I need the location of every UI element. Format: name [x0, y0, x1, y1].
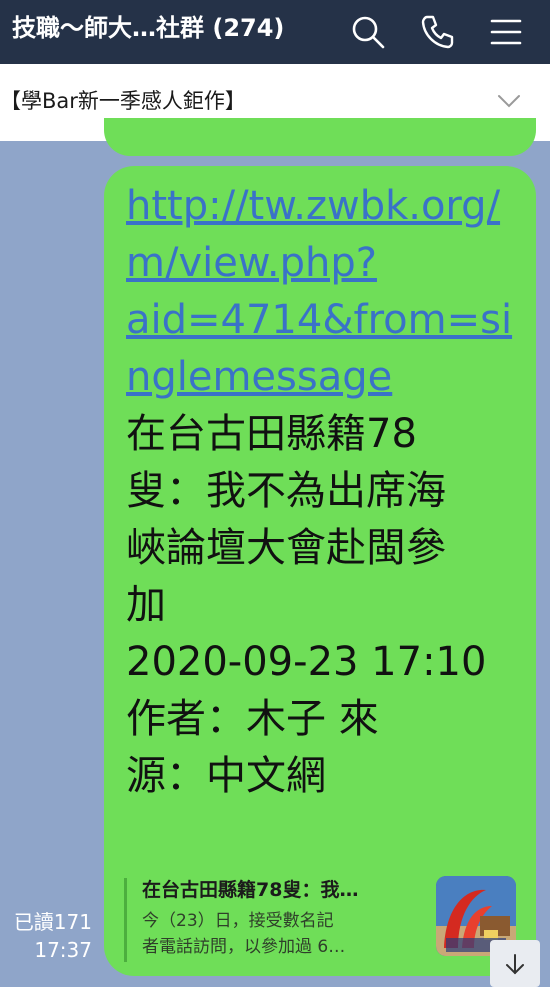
link-line: aid=4714&from=si	[126, 297, 513, 343]
message-body-line: 在台古田縣籍78	[126, 411, 417, 457]
message-link[interactable]: http://tw.zwbk.org/ m/view.php? aid=4714…	[126, 178, 522, 406]
preview-description: 今（23）日，接受數名記 者電話訪問，以參加過 6…	[142, 908, 410, 960]
message-body-line: 加	[126, 582, 166, 628]
read-status: 已讀171 17:37	[14, 908, 92, 964]
chevron-down-icon[interactable]	[496, 88, 522, 114]
link-preview-card[interactable]: 在台古田縣籍78叟：我… 今（23）日，接受數名記 者電話訪問，以參加過 6…	[124, 872, 520, 968]
message-body-line: 2020-09-23 17:10	[126, 639, 487, 685]
message-body-line: 峽論壇大會赴閩參	[126, 525, 446, 571]
chat-header: 技職～師大…社群 (274)	[0, 0, 550, 64]
preview-description-line: 今（23）日，接受數名記	[142, 911, 334, 931]
link-line: nglemessage	[126, 354, 393, 400]
menu-icon[interactable]	[484, 10, 528, 54]
chat-title[interactable]: 技職～師大…社群 (274)	[12, 12, 284, 44]
message-text: http://tw.zwbk.org/ m/view.php? aid=4714…	[126, 178, 522, 805]
arrow-down-icon	[506, 954, 524, 975]
read-count-label: 已讀171	[13, 910, 92, 934]
phone-icon[interactable]	[414, 10, 458, 54]
message-bubble[interactable]: http://tw.zwbk.org/ m/view.php? aid=4714…	[104, 166, 536, 976]
search-icon[interactable]	[346, 10, 390, 54]
preview-accent-bar	[124, 878, 127, 962]
announcement-text: 【學Bar新一季感人鉅作】	[0, 89, 246, 113]
message-body-line: 源：中文網	[126, 753, 326, 799]
preview-title: 在台古田縣籍78叟：我…	[142, 879, 359, 901]
previous-message-bubble	[104, 118, 536, 156]
message-body-line: 作者：木子 來	[126, 696, 379, 742]
link-line: m/view.php?	[126, 240, 377, 286]
preview-description-line: 者電話訪問，以參加過 6…	[142, 937, 346, 957]
scroll-to-bottom-button[interactable]	[490, 940, 540, 987]
message-body-line: 叟：我不為出席海	[126, 468, 446, 514]
message-time: 17:37	[34, 938, 92, 962]
link-line: http://tw.zwbk.org/	[126, 183, 501, 229]
